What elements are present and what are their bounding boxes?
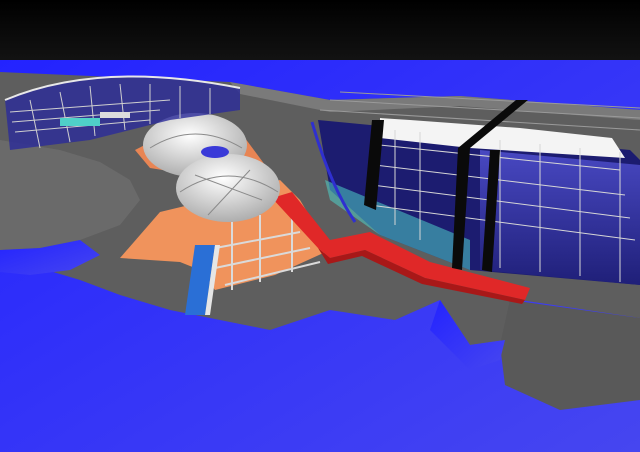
dome-front: [176, 154, 280, 222]
dome-skylight: [201, 146, 229, 158]
architectural-render-scene: [0, 0, 640, 452]
